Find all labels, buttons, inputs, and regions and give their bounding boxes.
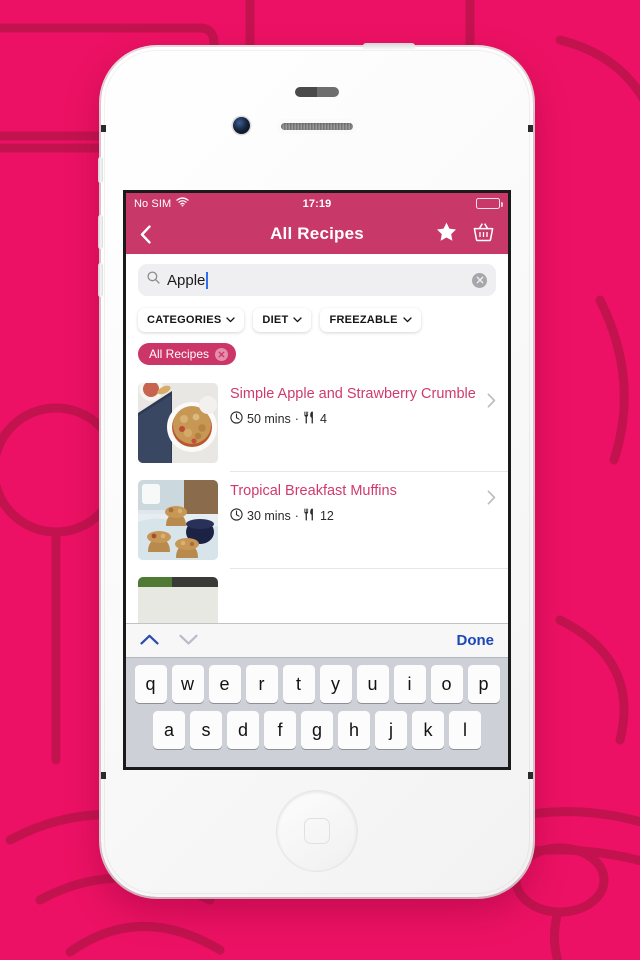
keyboard-accessory-bar: Done — [126, 623, 508, 657]
volume-up-button[interactable] — [98, 215, 103, 249]
key-a[interactable]: a — [153, 711, 185, 749]
recipe-time: 30 mins — [247, 508, 291, 523]
keyboard-area: Done qwertyuiop asdfghjkl — [126, 623, 508, 767]
status-bar-right — [476, 198, 503, 209]
proximity-sensor — [295, 87, 339, 97]
recipe-title: Simple Apple and Strawberry Crumble — [230, 386, 476, 402]
key-l[interactable]: l — [449, 711, 481, 749]
chevron-down-icon — [403, 314, 412, 326]
chevron-down-icon — [226, 314, 236, 326]
battery-icon — [476, 198, 503, 209]
clock-icon — [230, 411, 243, 427]
mute-switch[interactable] — [98, 157, 103, 183]
recipe-info: Tropical Breakfast Muffins 30 mins · 12 — [230, 480, 496, 560]
key-y[interactable]: y — [319, 665, 352, 703]
cutlery-icon — [303, 411, 316, 427]
key-d[interactable]: d — [227, 711, 259, 749]
iphone-device-mockup: No SIM 17:19 All Recipes Apple CATEGORIE… — [98, 43, 533, 897]
filter-chip-label: DIET — [262, 314, 289, 326]
navigation-bar: All Recipes — [126, 214, 508, 254]
chevron-right-icon — [487, 490, 496, 510]
meta-separator: · — [294, 508, 299, 523]
key-r[interactable]: r — [245, 665, 278, 703]
clear-search-button[interactable] — [472, 272, 487, 288]
volume-down-button[interactable] — [98, 263, 103, 297]
key-q[interactable]: q — [134, 665, 167, 703]
key-s[interactable]: s — [190, 711, 222, 749]
antenna-band-top-left — [101, 125, 106, 132]
recipe-time: 50 mins — [247, 411, 291, 426]
key-k[interactable]: k — [412, 711, 444, 749]
filter-chip-bar: CATEGORIES DIET FREEZABLE — [126, 296, 508, 332]
star-icon[interactable] — [436, 222, 457, 247]
recipe-servings: 4 — [319, 411, 327, 426]
filter-chip-categories[interactable]: CATEGORIES — [138, 308, 245, 332]
key-o[interactable]: o — [430, 665, 463, 703]
chevron-down-icon — [293, 314, 303, 326]
filter-chip-label: CATEGORIES — [147, 314, 222, 326]
done-button[interactable]: Done — [457, 632, 495, 649]
status-bar-clock: 17:19 — [302, 197, 332, 210]
front-camera — [233, 117, 250, 134]
chevron-up-icon[interactable] — [140, 632, 159, 650]
key-t[interactable]: t — [282, 665, 315, 703]
recipe-meta: 50 mins · 4 — [230, 411, 478, 427]
tropical-breakfast-muffins-photo — [138, 480, 218, 560]
table-row[interactable]: Tropical Breakfast Muffins 30 mins · 12 — [126, 472, 508, 560]
recipe-thumbnail — [138, 480, 218, 560]
table-row[interactable]: Simple Apple and Strawberry Crumble 50 m… — [126, 375, 508, 463]
key-w[interactable]: w — [171, 665, 204, 703]
keyboard-row-2: asdfghjkl — [128, 711, 506, 749]
key-p[interactable]: p — [467, 665, 500, 703]
recipe-servings: 12 — [319, 508, 334, 523]
home-button[interactable] — [277, 791, 357, 871]
recipe-meta: 30 mins · 12 — [230, 508, 478, 524]
active-filter-tags: All Recipes — [126, 332, 508, 375]
navbar-actions — [436, 222, 494, 247]
cutlery-icon — [303, 508, 316, 524]
search-input[interactable]: Apple — [138, 264, 496, 296]
antenna-band-bottom-right — [528, 772, 533, 779]
keyboard-row-1: qwertyuiop — [128, 665, 506, 703]
antenna-band-top-right — [528, 125, 533, 132]
key-h[interactable]: h — [338, 711, 370, 749]
recipe-info: Simple Apple and Strawberry Crumble 50 m… — [230, 383, 496, 463]
recipe-title: Tropical Breakfast Muffins — [230, 483, 397, 499]
recipe-list: Simple Apple and Strawberry Crumble 50 m… — [126, 375, 508, 657]
key-i[interactable]: i — [393, 665, 426, 703]
on-screen-keyboard: qwertyuiop asdfghjkl — [126, 657, 508, 767]
recipe-thumbnail — [138, 383, 218, 463]
key-e[interactable]: e — [208, 665, 241, 703]
search-section: Apple — [126, 254, 508, 296]
home-button-square — [304, 818, 330, 844]
key-u[interactable]: u — [356, 665, 389, 703]
meta-separator: · — [294, 411, 299, 426]
antenna-band-bottom-left — [101, 772, 106, 779]
key-j[interactable]: j — [375, 711, 407, 749]
filter-chip-label: FREEZABLE — [329, 314, 398, 326]
remove-circle-icon[interactable] — [215, 347, 229, 361]
power-button[interactable] — [363, 43, 415, 49]
text-cursor — [206, 271, 208, 289]
apple-strawberry-crumble-photo — [138, 383, 218, 463]
active-tag-label: All Recipes — [149, 347, 210, 361]
filter-chip-freezable[interactable]: FREEZABLE — [320, 308, 421, 332]
search-value: Apple — [167, 271, 206, 289]
chevron-right-icon — [487, 393, 496, 413]
phone-screen: No SIM 17:19 All Recipes Apple CATEGORIE… — [126, 193, 508, 767]
back-button[interactable] — [140, 224, 151, 244]
active-tag-all-recipes[interactable]: All Recipes — [138, 343, 237, 365]
key-f[interactable]: f — [264, 711, 296, 749]
earpiece-speaker — [281, 123, 353, 130]
status-bar: No SIM 17:19 — [126, 193, 508, 214]
clock-icon — [230, 508, 243, 524]
chevron-down-icon[interactable] — [179, 632, 198, 650]
shopping-basket-icon[interactable] — [473, 222, 494, 247]
key-g[interactable]: g — [301, 711, 333, 749]
search-value-wrapper: Apple — [167, 271, 465, 289]
search-icon — [147, 271, 160, 289]
field-navigation-arrows — [140, 632, 198, 650]
filter-chip-diet[interactable]: DIET — [253, 308, 312, 332]
